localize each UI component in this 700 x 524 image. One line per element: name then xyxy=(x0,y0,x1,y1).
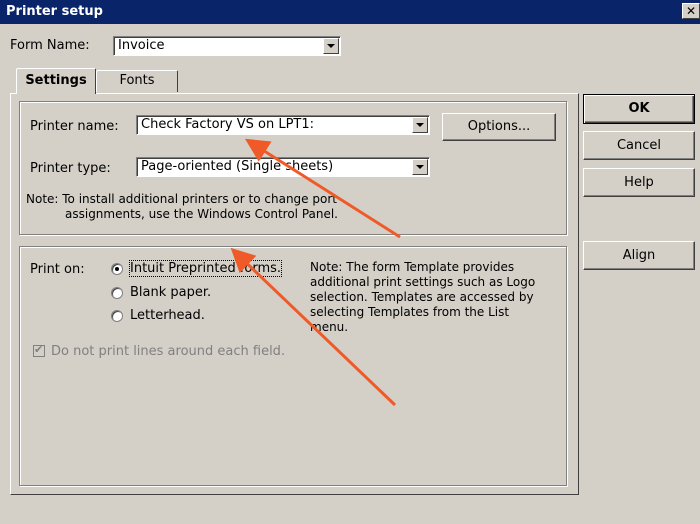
title-bar: Printer setup ✕ xyxy=(0,0,700,24)
radio-intuit-preprinted[interactable] xyxy=(111,263,123,275)
options-button[interactable]: Options... xyxy=(442,113,556,141)
ok-button[interactable]: OK xyxy=(583,94,695,124)
printer-type-label: Printer type: xyxy=(30,161,111,176)
chevron-down-icon[interactable] xyxy=(412,159,428,175)
form-name-value: Invoice xyxy=(118,38,165,53)
no-lines-checkbox-label[interactable]: Do not print lines around each field. xyxy=(51,344,285,359)
tab-settings-label: Settings xyxy=(25,73,87,88)
align-button[interactable]: Align xyxy=(583,241,695,270)
radio-intuit-preprinted-label[interactable]: Intuit Preprinted forms. xyxy=(128,260,283,277)
print-on-label: Print on: xyxy=(30,262,85,277)
radio-letterhead-label[interactable]: Letterhead. xyxy=(130,308,205,323)
window-title: Printer setup xyxy=(6,4,103,19)
tab-fonts-label: Fonts xyxy=(119,73,155,88)
printer-note-line1: Note: To install additional printers or … xyxy=(26,192,337,206)
printer-name-dropdown[interactable]: Check Factory VS on LPT1: xyxy=(136,115,430,135)
form-name-label: Form Name: xyxy=(10,38,90,53)
chevron-down-icon[interactable] xyxy=(412,117,428,133)
radio-letterhead[interactable] xyxy=(111,310,123,322)
radio-blank-paper[interactable] xyxy=(111,287,123,299)
printer-type-value: Page-oriented (Single sheets) xyxy=(141,159,334,174)
chevron-down-icon[interactable] xyxy=(323,38,339,54)
printer-name-value: Check Factory VS on LPT1: xyxy=(141,117,315,132)
radio-blank-paper-label[interactable]: Blank paper. xyxy=(130,285,211,300)
printer-type-dropdown[interactable]: Page-oriented (Single sheets) xyxy=(136,157,430,177)
close-icon[interactable]: ✕ xyxy=(682,3,700,19)
form-name-dropdown[interactable]: Invoice xyxy=(113,36,341,56)
printer-note-line2: assignments, use the Windows Control Pan… xyxy=(65,207,338,221)
cancel-button[interactable]: Cancel xyxy=(583,131,695,160)
no-lines-checkbox[interactable] xyxy=(33,343,45,357)
printer-name-label: Printer name: xyxy=(30,119,119,134)
tab-fonts[interactable]: Fonts xyxy=(96,70,178,92)
help-button[interactable]: Help xyxy=(583,168,695,197)
tab-settings[interactable]: Settings xyxy=(16,68,96,94)
template-note: Note: The form Template provides additio… xyxy=(310,260,536,334)
